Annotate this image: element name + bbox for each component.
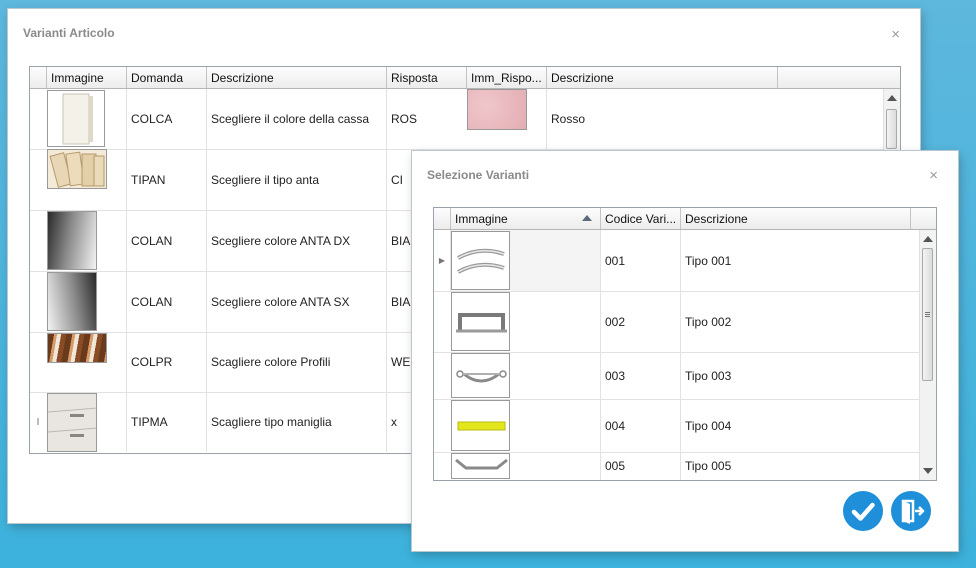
window-title: Varianti Articolo [23,26,115,40]
cell-domanda[interactable]: TIPAN [126,149,206,210]
scroll-up-arrow-icon[interactable] [923,236,933,242]
cell-codice[interactable]: 002 [600,291,680,352]
thumbnail-handle-002 [451,292,510,351]
grid-header: Immagine Codice Vari... Descrizione [434,208,936,230]
scrollbar-thumb[interactable] [886,109,897,149]
exit-button[interactable] [891,491,931,531]
cell-descrizione[interactable]: Scegliere il tipo anta [206,149,386,210]
table-row[interactable]: 005 Tipo 005 [434,452,936,480]
column-header-empty [777,67,900,88]
table-row[interactable]: 004 Tipo 004 [434,399,936,453]
thumbnail-maniglia [47,393,97,452]
cell-descrizione-risposta[interactable]: Rosso [546,89,777,149]
cell-descrizione[interactable]: Tipo 003 [680,352,910,399]
cell-codice[interactable]: 005 [600,452,680,480]
table-row[interactable]: 003 Tipo 003 [434,352,936,400]
table-row[interactable]: COLCA Scegliere il colore della cassa RO… [30,89,900,150]
cell-domanda[interactable]: COLCA [126,89,206,149]
column-header-descrizione[interactable]: Descrizione [206,67,386,88]
cell-descrizione[interactable]: Tipo 004 [680,399,910,452]
cell-descrizione[interactable]: Tipo 005 [680,452,910,480]
column-header-immagine-label: Immagine [455,212,508,226]
thumbnail-ante [47,149,107,189]
cell-codice[interactable]: 001 [600,230,680,291]
thumbnail-handle-005 [451,453,510,479]
grip-line [925,312,930,313]
thumbnail-handle-001 [451,231,510,290]
column-header-domanda[interactable]: Domanda [126,67,206,88]
cell-descrizione[interactable]: Scegliere il colore della cassa [206,89,386,149]
cell-descrizione[interactable]: Tipo 002 [680,291,910,352]
table-row[interactable]: ▶ 001 Tipo 001 [434,230,936,292]
current-row-marker: ▶ [438,256,446,265]
thumbnail-cassa [47,90,105,147]
vertical-scrollbar[interactable] [919,230,936,480]
column-header-immagine[interactable]: Immagine [46,67,126,88]
column-header-imm-risposta[interactable]: Imm_Rispo... [466,67,546,88]
table-row[interactable]: 002 Tipo 002 [434,291,936,353]
cell-domanda[interactable]: COLAN [126,210,206,271]
scroll-down-arrow-icon[interactable] [923,468,933,474]
cell-domanda[interactable]: COLPR [126,332,206,392]
cell-risposta[interactable]: ROS [386,89,466,149]
grid-header: Immagine Domanda Descrizione Risposta Im… [30,67,900,89]
cell-domanda[interactable]: TIPMA [126,392,206,452]
cell-descrizione[interactable]: Scagliere tipo maniglia [206,392,386,452]
column-header-empty [910,208,936,229]
scroll-up-arrow-icon[interactable] [887,95,897,101]
column-header-descrizione-risposta[interactable]: Descrizione [546,67,777,88]
column-header-descrizione[interactable]: Descrizione [680,208,910,229]
grip-line [925,314,930,315]
selezione-varianti-window: Selezione Varianti × Immagine Codice Var… [412,151,958,551]
swatch-rosso [467,89,527,130]
cell-codice[interactable]: 004 [600,399,680,452]
column-header-immagine[interactable]: Immagine [450,208,600,229]
cell-descrizione[interactable]: Scagliere colore Profili [206,332,386,392]
cell-descrizione[interactable]: Scegliere colore ANTA DX [206,210,386,271]
close-icon[interactable]: × [891,27,900,42]
selezione-grid: Immagine Codice Vari... Descrizione ▶ 00… [433,207,937,481]
thumbnail-handle-003 [451,353,510,398]
checkmark-icon [851,502,875,521]
cell-codice[interactable]: 003 [600,352,680,399]
confirm-button[interactable] [843,491,883,531]
cell-domanda[interactable]: COLAN [126,271,206,332]
thumbnail-anta-dx [47,211,97,270]
thumbnail-handle-004 [451,400,510,451]
column-header-risposta[interactable]: Risposta [386,67,466,88]
edit-row-marker: I [36,416,40,428]
column-header-codice[interactable]: Codice Vari... [600,208,680,229]
close-icon[interactable]: × [929,168,938,183]
cell-descrizione[interactable]: Scegliere colore ANTA SX [206,271,386,332]
exit-door-icon [901,499,925,524]
thumbnail-profili [47,333,107,363]
cell-descrizione[interactable]: Tipo 001 [680,230,910,291]
scrollbar-thumb[interactable] [922,248,933,381]
thumbnail-anta-sx [47,272,97,331]
window-title: Selezione Varianti [427,168,530,182]
grip-line [925,316,930,317]
sort-ascending-icon [582,215,592,221]
